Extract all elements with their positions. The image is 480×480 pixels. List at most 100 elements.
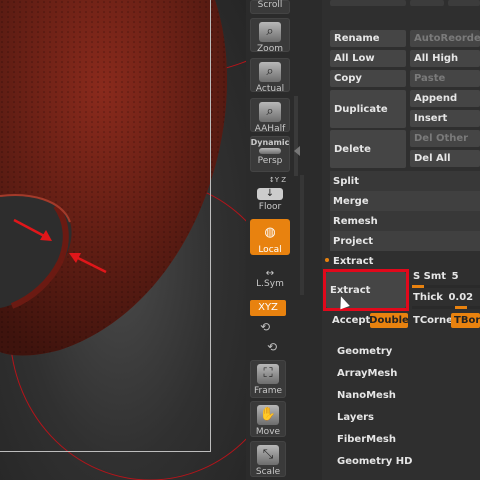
nanomesh-menu[interactable]: NanoMesh — [337, 390, 396, 401]
persp-button[interactable]: Dynamic Persp — [250, 136, 290, 172]
layers-menu[interactable]: Layers — [337, 412, 374, 423]
double-toggle[interactable]: Double — [369, 313, 409, 328]
divider-scrollbar[interactable] — [300, 175, 304, 295]
rename-label: Rename — [334, 33, 380, 44]
floor-axis-badge: ↕Y Z — [268, 176, 286, 184]
copy-button[interactable]: Copy — [330, 70, 406, 87]
divider-handle[interactable] — [294, 96, 298, 176]
delete-label: Delete — [334, 143, 371, 155]
top-strip-button-2[interactable] — [410, 0, 444, 6]
del-all-button[interactable]: Del All — [410, 150, 480, 167]
thick-track[interactable] — [412, 306, 480, 309]
autoreorder-button[interactable]: AutoReorder — [410, 30, 480, 47]
all-low-button[interactable]: All Low — [330, 50, 406, 67]
remesh-label: Remesh — [333, 215, 378, 227]
frame-button[interactable]: ⛶ Frame — [250, 360, 286, 398]
rename-button[interactable]: Rename — [330, 30, 406, 47]
rotate-z-icon[interactable]: ⟲ — [267, 340, 277, 354]
lsym-arrows-icon: ↔ — [265, 268, 275, 279]
s-smt-fill[interactable] — [412, 285, 424, 288]
merge-menu[interactable]: Merge — [330, 191, 480, 211]
lsym-label: L.Sym — [256, 279, 284, 289]
double-label: Double — [369, 315, 409, 326]
top-strip-button-3[interactable] — [448, 0, 480, 6]
floor-label: Floor — [258, 202, 282, 212]
document-frame-edge — [210, 0, 211, 452]
viewport-canvas[interactable] — [0, 0, 246, 480]
frame-label: Frame — [253, 386, 283, 396]
actual-label: Actual — [255, 84, 285, 94]
fibermesh-menu[interactable]: FiberMesh — [337, 434, 396, 445]
collapse-left-icon[interactable] — [294, 146, 300, 156]
thick-label: Thick — [413, 292, 443, 303]
xyz-button[interactable]: XYZ — [250, 300, 286, 316]
thick-slider[interactable]: Thick 0.02 — [413, 292, 473, 303]
copy-label: Copy — [334, 73, 362, 84]
rotate-y-icon[interactable]: ⟲ — [260, 320, 270, 334]
tcorne-toggle[interactable]: TCorne — [413, 315, 453, 326]
all-high-button[interactable]: All High — [410, 50, 480, 67]
extract-header-label: Extract — [333, 255, 374, 267]
remesh-menu[interactable]: Remesh — [330, 211, 480, 231]
autoreorder-label: AutoReorder — [414, 33, 480, 44]
tcorne-label: TCorne — [413, 315, 453, 326]
magnifier-icon: ⌕ — [259, 62, 281, 82]
floor-button[interactable]: ↕Y Z ↓ Floor — [250, 176, 290, 214]
dynamic-label: Dynamic — [250, 138, 290, 147]
tbord-toggle[interactable]: TBord — [451, 313, 480, 328]
extract-highlight-box — [323, 269, 409, 311]
arraymesh-menu[interactable]: ArrayMesh — [337, 368, 397, 379]
insert-button[interactable]: Insert — [410, 110, 480, 127]
del-all-label: Del All — [414, 153, 451, 164]
xyz-label: XYZ — [258, 302, 278, 313]
scale-icon: ⤡ — [257, 445, 279, 465]
local-label: Local — [258, 245, 282, 255]
scroll-button[interactable]: Scroll — [250, 0, 290, 14]
project-menu[interactable]: Project — [330, 231, 480, 251]
del-other-button[interactable]: Del Other — [410, 130, 480, 147]
thick-value: 0.02 — [448, 292, 474, 303]
delete-button[interactable]: Delete — [330, 130, 406, 168]
scale-label: Scale — [255, 467, 281, 477]
frame-icon: ⛶ — [257, 364, 279, 384]
s-smt-slider[interactable]: S Smt 5 — [413, 271, 459, 282]
accept-button[interactable]: Accept — [332, 315, 370, 326]
expanded-dot-icon — [325, 258, 329, 262]
insert-label: Insert — [414, 113, 448, 124]
merge-label: Merge — [333, 195, 369, 207]
scroll-label: Scroll — [257, 0, 283, 10]
floor-icon: ↓ — [257, 188, 283, 200]
lsym-button[interactable]: ↔ L.Sym — [250, 266, 290, 294]
split-menu[interactable]: Split — [330, 171, 480, 191]
panel-divider[interactable] — [294, 0, 322, 480]
magnifier-small-icon: ⌕ — [259, 102, 281, 122]
project-label: Project — [333, 235, 374, 247]
geometry-menu[interactable]: Geometry — [337, 346, 392, 357]
zoom-icon: ⌕ — [259, 22, 281, 42]
duplicate-button[interactable]: Duplicate — [330, 90, 406, 128]
aahalf-label: AAHalf — [254, 124, 286, 134]
extract-menu-header[interactable]: Extract — [330, 251, 480, 271]
s-smt-value: 5 — [451, 271, 459, 282]
append-button[interactable]: Append — [410, 90, 480, 107]
del-other-label: Del Other — [414, 133, 469, 144]
hand-icon: ✋ — [257, 405, 279, 425]
all-high-label: All High — [414, 53, 459, 64]
top-strip-button-1[interactable] — [330, 0, 406, 6]
accept-label: Accept — [332, 315, 371, 326]
thick-fill[interactable] — [455, 306, 467, 309]
move-button[interactable]: ✋ Move — [250, 401, 286, 437]
paste-button[interactable]: Paste — [410, 70, 480, 87]
scale-button[interactable]: ⤡ Scale — [250, 441, 286, 477]
zoom-button[interactable]: ⌕ Zoom — [250, 18, 290, 54]
append-label: Append — [414, 93, 458, 104]
aahalf-button[interactable]: ⌕ AAHalf — [250, 98, 290, 134]
move-label: Move — [255, 427, 281, 437]
geometry-hd-menu[interactable]: Geometry HD — [337, 456, 412, 467]
paste-label: Paste — [414, 73, 446, 84]
zoom-label: Zoom — [257, 44, 283, 54]
tbord-label: TBord — [454, 315, 480, 326]
actual-button[interactable]: ⌕ Actual — [250, 58, 290, 94]
persp-label: Persp — [257, 156, 283, 166]
local-button[interactable]: ◍ Local — [250, 219, 290, 255]
